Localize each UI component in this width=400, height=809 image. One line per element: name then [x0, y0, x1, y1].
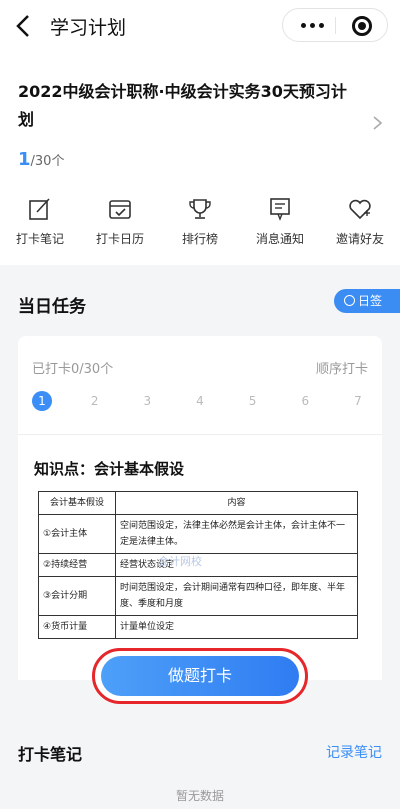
table-cell: ①会计主体: [38, 514, 116, 554]
table-cell: 时间范围设定，会计期间通常有四种口径，即年度、半年度、季度和月度: [115, 576, 358, 616]
menu-item-checkin-notes[interactable]: 打卡笔记: [0, 196, 80, 247]
table-header-row: 会计基本假设 内容: [38, 491, 358, 515]
menu-label: 消息通知: [255, 232, 304, 246]
course-card: 2022中级会计职称·中级会计实务30天预习计划 1/30个 打卡笔记 打卡日历: [0, 52, 400, 265]
watermark: 会计网校: [158, 555, 202, 568]
table-header: 内容: [115, 491, 358, 515]
calendar-icon: [109, 200, 131, 219]
plan-progress: 1/30个: [18, 149, 64, 170]
heart-icon: [349, 199, 371, 220]
day-2[interactable]: 2: [85, 391, 105, 411]
back-arrow-icon[interactable]: [12, 12, 36, 40]
do-exercise-button[interactable]: 做题打卡: [101, 656, 299, 696]
do-exercise-highlight: 做题打卡: [92, 648, 308, 704]
table-cell: 经营状态设定: [115, 553, 358, 577]
menu-label: 打卡日历: [95, 232, 144, 246]
table-cell: 计量单位设定: [115, 615, 358, 639]
trophy-icon: [189, 199, 211, 219]
empty-state: 暂无数据: [175, 789, 224, 803]
check-circle-icon: [344, 295, 355, 306]
table-row: ③会计分期 时间范围设定，会计期间通常有四种口径，即年度、半年度、季度和月度: [38, 576, 358, 616]
table-cell: 空间范围设定，法律主体必然是会计主体，会计主体不一定是法律主体。: [115, 514, 358, 554]
table-row: ①会计主体 空间范围设定，法律主体必然是会计主体，会计主体不一定是法律主体。: [38, 514, 358, 554]
menu-item-leaderboard[interactable]: 排行榜: [160, 196, 240, 247]
menu-item-notifications[interactable]: 消息通知: [240, 196, 320, 247]
mini-program-capsule: [282, 8, 388, 42]
daily-sign-button[interactable]: 日签: [334, 289, 400, 313]
checkin-mode[interactable]: 顺序打卡: [316, 358, 368, 377]
notes-title: 打卡笔记: [18, 745, 83, 764]
course-title[interactable]: 2022中级会计职称·中级会计实务30天预习计划: [18, 78, 348, 134]
daily-sign-label: 日签: [358, 294, 383, 308]
daily-task-title: 当日任务: [18, 297, 86, 317]
day-7[interactable]: 7: [348, 391, 368, 411]
page-title: 学习计划: [50, 17, 127, 39]
menu-item-checkin-calendar[interactable]: 打卡日历: [80, 196, 160, 247]
knowledge-card: 知识点：会计基本假设 会计基本假设 内容 ①会计主体 空间范围设定，法律主体必然…: [18, 434, 382, 680]
day-4[interactable]: 4: [190, 391, 210, 411]
feature-menu: 打卡笔记 打卡日历 排行榜 消息通知 邀请好友: [0, 196, 400, 247]
more-icon[interactable]: [301, 23, 324, 28]
checkin-notes-section: 打卡笔记 记录笔记 暂无数据: [0, 712, 400, 809]
menu-label: 排行榜: [181, 232, 218, 246]
checkin-count: 已打卡0/30个: [32, 362, 114, 377]
day-3[interactable]: 3: [137, 391, 157, 411]
day-selector: 1 2 3 4 5 6 7: [32, 391, 368, 411]
checkin-progress-card: 已打卡0/30个 顺序打卡 1 2 3 4 5 6 7: [18, 336, 382, 434]
menu-item-invite-friends[interactable]: 邀请好友: [320, 196, 400, 247]
nav-bar: 学习计划: [0, 0, 400, 52]
knowledge-point-title: 知识点：会计基本假设: [34, 460, 185, 478]
capsule-divider: [335, 17, 336, 34]
day-5[interactable]: 5: [243, 391, 263, 411]
table-cell: ②持续经营: [38, 553, 116, 577]
chevron-right-icon[interactable]: [372, 116, 384, 130]
day-6[interactable]: 6: [295, 391, 315, 411]
progress-total: /30个: [30, 154, 65, 169]
progress-current: 1: [18, 149, 31, 170]
close-mini-program-icon[interactable]: [352, 16, 372, 36]
table-row: ④货币计量 计量单位设定: [38, 615, 358, 639]
table-cell: ④货币计量: [38, 615, 116, 639]
table-header: 会计基本假设: [38, 491, 116, 515]
edit-icon: [29, 198, 50, 220]
table-cell: ③会计分期: [38, 576, 116, 616]
menu-label: 邀请好友: [335, 232, 384, 246]
record-note-link[interactable]: 记录笔记: [326, 742, 382, 762]
day-1[interactable]: 1: [32, 391, 52, 411]
message-icon: [270, 198, 290, 221]
menu-label: 打卡笔记: [15, 232, 64, 246]
